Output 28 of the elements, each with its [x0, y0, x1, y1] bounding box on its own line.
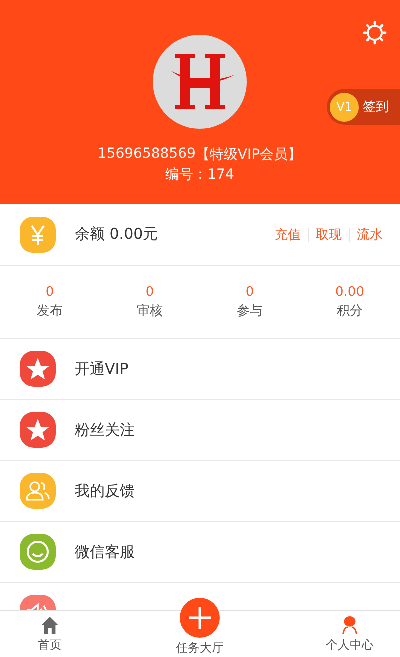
menu-label: 开通VIP: [75, 360, 129, 378]
member-level: 【特级VIP会员】: [196, 146, 302, 164]
member-id: 编号：174: [166, 166, 234, 184]
stat-value: 0: [246, 284, 254, 300]
menu-label: 粉丝关注: [75, 420, 135, 440]
level-badge: V1: [330, 92, 359, 122]
menu-item[interactable]: 我的反馈: [0, 461, 400, 522]
tab-item[interactable]: 首页: [15, 611, 85, 657]
stat-label: 审核: [137, 302, 163, 320]
menu-item[interactable]: 粉丝关注: [0, 400, 400, 461]
checkin-label: 签到: [363, 99, 389, 116]
tab-item[interactable]: 个人中心: [315, 611, 385, 657]
menu-item[interactable]: 微信客服: [0, 522, 400, 583]
settings-icon[interactable]: [363, 21, 387, 45]
stat-value: 0: [146, 284, 154, 300]
menu-item[interactable]: 开通VIP: [0, 339, 400, 400]
stat-label: 发布: [37, 302, 63, 320]
stat-value: 0.00: [336, 284, 364, 300]
yen-icon: [20, 216, 56, 252]
phone-number: 15696588569: [98, 146, 196, 164]
checkin-button[interactable]: V1 签到: [327, 89, 400, 125]
balance-amount: 余额 0.00元: [75, 225, 158, 244]
menu-label: 微信客服: [75, 542, 135, 562]
tab-item[interactable]: 任务大厅: [165, 596, 235, 657]
menu-label: 我的反馈: [75, 482, 135, 500]
stat-label: 积分: [337, 302, 363, 320]
stat-label: 参与: [237, 302, 263, 320]
stat-value: 0: [46, 284, 54, 300]
